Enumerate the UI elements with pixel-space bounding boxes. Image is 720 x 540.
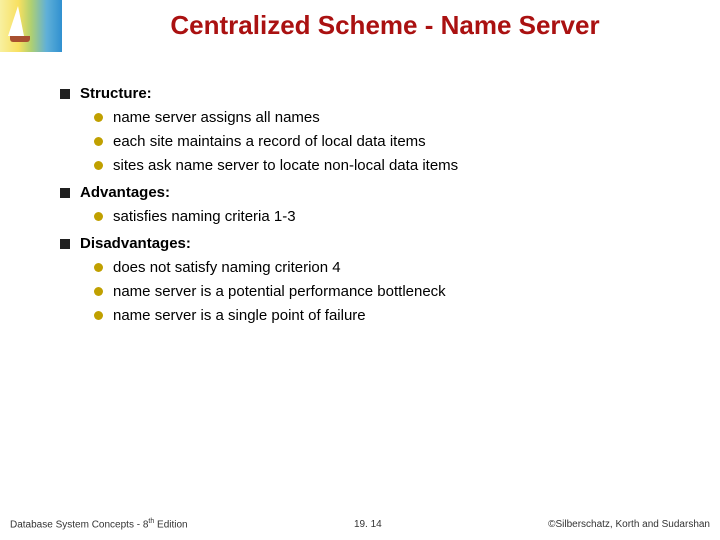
circle-bullet-icon <box>94 113 103 122</box>
level2-label: name server is a potential performance b… <box>113 283 446 300</box>
slide: Centralized Scheme - Name Server Structu… <box>0 0 720 540</box>
level2-label: name server is a single point of failure <box>113 307 366 324</box>
circle-bullet-icon <box>94 212 103 221</box>
footer-left-prefix: Database System Concepts - 8 <box>10 519 148 530</box>
circle-bullet-icon <box>94 161 103 170</box>
level2-label: name server assigns all names <box>113 109 320 126</box>
level2-item: sites ask name server to locate non-loca… <box>94 157 680 174</box>
level1-label: Advantages: <box>80 184 170 201</box>
level2-label: does not satisfy naming criterion 4 <box>113 259 341 276</box>
level1-item: Advantages: <box>60 184 680 201</box>
level2-item: name server is a potential performance b… <box>94 283 680 300</box>
footer-center: 19. 14 <box>188 519 548 530</box>
circle-bullet-icon <box>94 287 103 296</box>
circle-bullet-icon <box>94 263 103 272</box>
level2-item: name server is a single point of failure <box>94 307 680 324</box>
level2-label: each site maintains a record of local da… <box>113 133 426 150</box>
level2-item: name server assigns all names <box>94 109 680 126</box>
slide-body: Structure: name server assigns all names e… <box>60 75 680 331</box>
footer-right: ©Silberschatz, Korth and Sudarshan <box>548 519 710 530</box>
level1-item: Structure: <box>60 85 680 102</box>
circle-bullet-icon <box>94 137 103 146</box>
level2-item: satisfies naming criteria 1-3 <box>94 208 680 225</box>
level1-label: Structure: <box>80 85 152 102</box>
footer-left: Database System Concepts - 8th Edition <box>10 518 188 530</box>
square-bullet-icon <box>60 89 70 99</box>
footer: Database System Concepts - 8th Edition 1… <box>10 518 710 530</box>
slide-title: Centralized Scheme - Name Server <box>70 10 700 41</box>
level1-item: Disadvantages: <box>60 235 680 252</box>
logo-image <box>0 0 62 52</box>
square-bullet-icon <box>60 239 70 249</box>
level2-item: each site maintains a record of local da… <box>94 133 680 150</box>
footer-left-suffix: Edition <box>154 519 187 530</box>
level2-label: satisfies naming criteria 1-3 <box>113 208 296 225</box>
level1-label: Disadvantages: <box>80 235 191 252</box>
level2-item: does not satisfy naming criterion 4 <box>94 259 680 276</box>
circle-bullet-icon <box>94 311 103 320</box>
square-bullet-icon <box>60 188 70 198</box>
level2-label: sites ask name server to locate non-loca… <box>113 157 458 174</box>
